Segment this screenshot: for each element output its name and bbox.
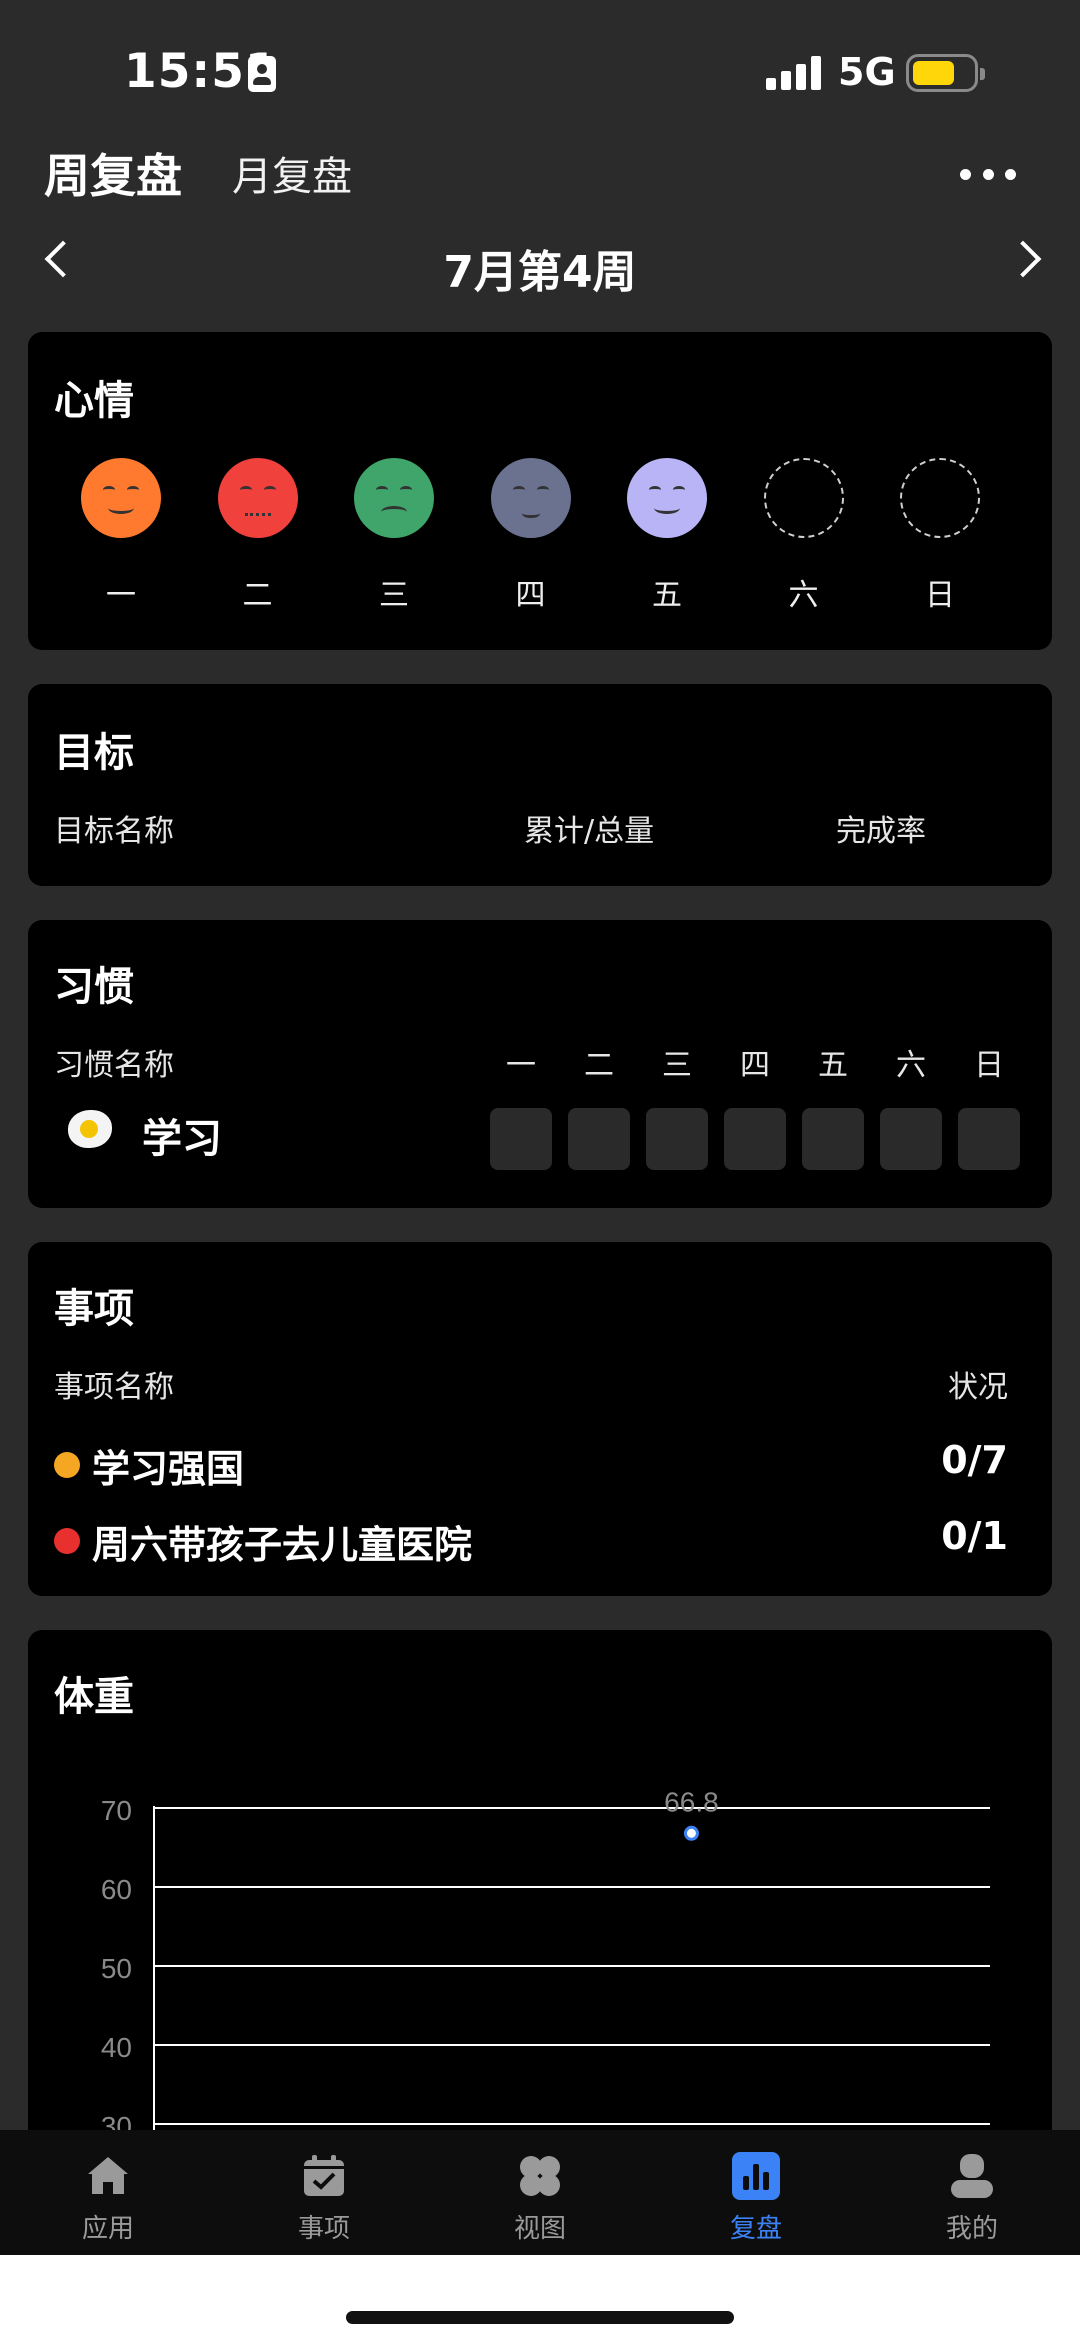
week-title: 7月第4周	[443, 247, 637, 298]
event-color-dot	[54, 1452, 80, 1478]
habit-check-cell[interactable]	[802, 1108, 864, 1170]
events-title: 事项	[54, 1286, 134, 1332]
tab-label: 视图	[513, 2214, 566, 2244]
event-name-column-header: 事项名称	[54, 1370, 174, 1405]
network-type: 5G	[838, 50, 896, 94]
event-color-dot	[54, 1528, 80, 1554]
tab-events[interactable]: 事项	[216, 2130, 432, 2255]
smiling-lavender-face-icon	[627, 458, 707, 538]
goal-rate-column-header: 完成率	[836, 814, 926, 849]
mood-day-label: 四	[515, 578, 546, 613]
chart-data-point	[683, 1825, 699, 1841]
habit-check-cell[interactable]	[724, 1108, 786, 1170]
weight-chart: 70 60 50 40 30 66.8	[101, 1786, 990, 2130]
sad-green-face-icon	[354, 458, 434, 538]
habit-name-column-header: 习惯名称	[54, 1048, 174, 1083]
contact-badge-icon	[248, 56, 276, 92]
tab-label: 应用	[81, 2214, 134, 2244]
mood-day-label: 二	[242, 578, 273, 613]
habits-card: 习惯 习惯名称 一 二 三 四 五 六 日 学习	[28, 920, 1052, 1208]
habit-check-cell[interactable]	[568, 1108, 630, 1170]
event-status-column-header: 状况	[948, 1370, 1008, 1405]
chart-data-label: 66.8	[664, 1786, 719, 1817]
chart-y-tick-label: 70	[101, 1795, 132, 1826]
events-card: 事项 事项名称 状况 学习强国 0/7 周六带孩子去儿童医院 0/1	[28, 1242, 1052, 1596]
goal-name-column-header: 目标名称	[54, 814, 174, 849]
habit-check-cell[interactable]	[646, 1108, 708, 1170]
more-dot-icon	[960, 168, 971, 180]
goal-progress-column-header: 累计/总量	[524, 814, 655, 849]
habit-weekday-header: 五	[818, 1048, 848, 1083]
habit-check-cell[interactable]	[490, 1108, 552, 1170]
fried-egg-icon	[68, 1110, 112, 1148]
mood-day-label: 日	[925, 578, 955, 613]
happy-orange-face-icon	[81, 458, 161, 538]
chart-y-tick-label: 40	[101, 2032, 132, 2063]
battery-icon	[906, 54, 985, 92]
mood-day-label: 三	[379, 578, 409, 613]
event-status: 0/7	[941, 1438, 1008, 1482]
empty-mood-slot-icon	[763, 458, 844, 538]
status-bar: 15:51 5G	[0, 0, 1080, 140]
goals-title: 目标	[54, 730, 134, 776]
habit-name[interactable]: 学习	[142, 1106, 222, 1164]
tab-review[interactable]: 复盘	[648, 2130, 864, 2255]
habit-weekday-header: 日	[974, 1048, 1004, 1083]
tab-label: 我的	[945, 2214, 998, 2244]
habit-check-cell[interactable]	[880, 1108, 942, 1170]
mood-title: 心情	[54, 378, 134, 424]
tab-monthly-review[interactable]: 月复盘	[232, 144, 352, 202]
empty-mood-slot-icon	[900, 458, 980, 538]
home-indicator-area	[0, 2255, 1080, 2341]
event-status: 0/1	[941, 1514, 1008, 1558]
mood-card: 心情 一 二 三 四 五 六 日	[28, 332, 1052, 650]
sleepy-gray-face-icon	[490, 458, 571, 538]
mood-day-label: 一	[106, 578, 136, 613]
tab-profile[interactable]: 我的	[864, 2130, 1080, 2255]
mood-day-label: 六	[788, 578, 819, 613]
calendar-check-icon	[304, 2155, 344, 2196]
habit-weekday-header: 二	[584, 1048, 614, 1083]
event-name[interactable]: 学习强国	[92, 1438, 244, 1493]
habit-weekday-header: 一	[506, 1048, 536, 1083]
more-dot-icon	[1005, 168, 1016, 180]
mood-day-label: 五	[652, 578, 682, 613]
habits-title: 习惯	[54, 964, 134, 1010]
clover-icon	[520, 2156, 560, 2196]
bottom-tab-bar: 应用 事项 视图 复盘 我的	[0, 2130, 1080, 2255]
habit-check-cell[interactable]	[958, 1108, 1020, 1170]
chart-y-tick-label: 60	[101, 1874, 132, 1905]
chart-y-tick-label: 50	[101, 1953, 132, 1984]
tab-views[interactable]: 视图	[432, 2130, 648, 2255]
more-options-button[interactable]	[960, 160, 1016, 188]
goals-card: 目标 目标名称 累计/总量 完成率	[28, 684, 1052, 886]
house-icon	[88, 2157, 128, 2194]
annoyed-red-face-icon	[217, 458, 298, 538]
tab-label: 复盘	[729, 2214, 782, 2244]
cell-signal-icon	[766, 56, 822, 90]
bar-chart-icon	[732, 2152, 780, 2200]
chart-y-tick-label: 30	[101, 2111, 132, 2130]
habit-weekday-header: 六	[896, 1048, 926, 1083]
habit-weekday-header: 三	[662, 1048, 692, 1083]
weight-card: 体重 70 60 50 40 30 66.8	[28, 1630, 1052, 2190]
tab-label: 事项	[297, 2214, 350, 2244]
next-week-chevron-icon[interactable]	[1008, 238, 1048, 278]
user-icon	[951, 2154, 993, 2198]
tab-apps[interactable]: 应用	[0, 2130, 216, 2255]
tab-weekly-review[interactable]: 周复盘	[44, 140, 182, 206]
event-name[interactable]: 周六带孩子去儿童医院	[92, 1514, 472, 1569]
home-indicator[interactable]	[346, 2311, 734, 2324]
more-dot-icon	[982, 168, 994, 180]
habit-weekday-header: 四	[740, 1048, 770, 1083]
